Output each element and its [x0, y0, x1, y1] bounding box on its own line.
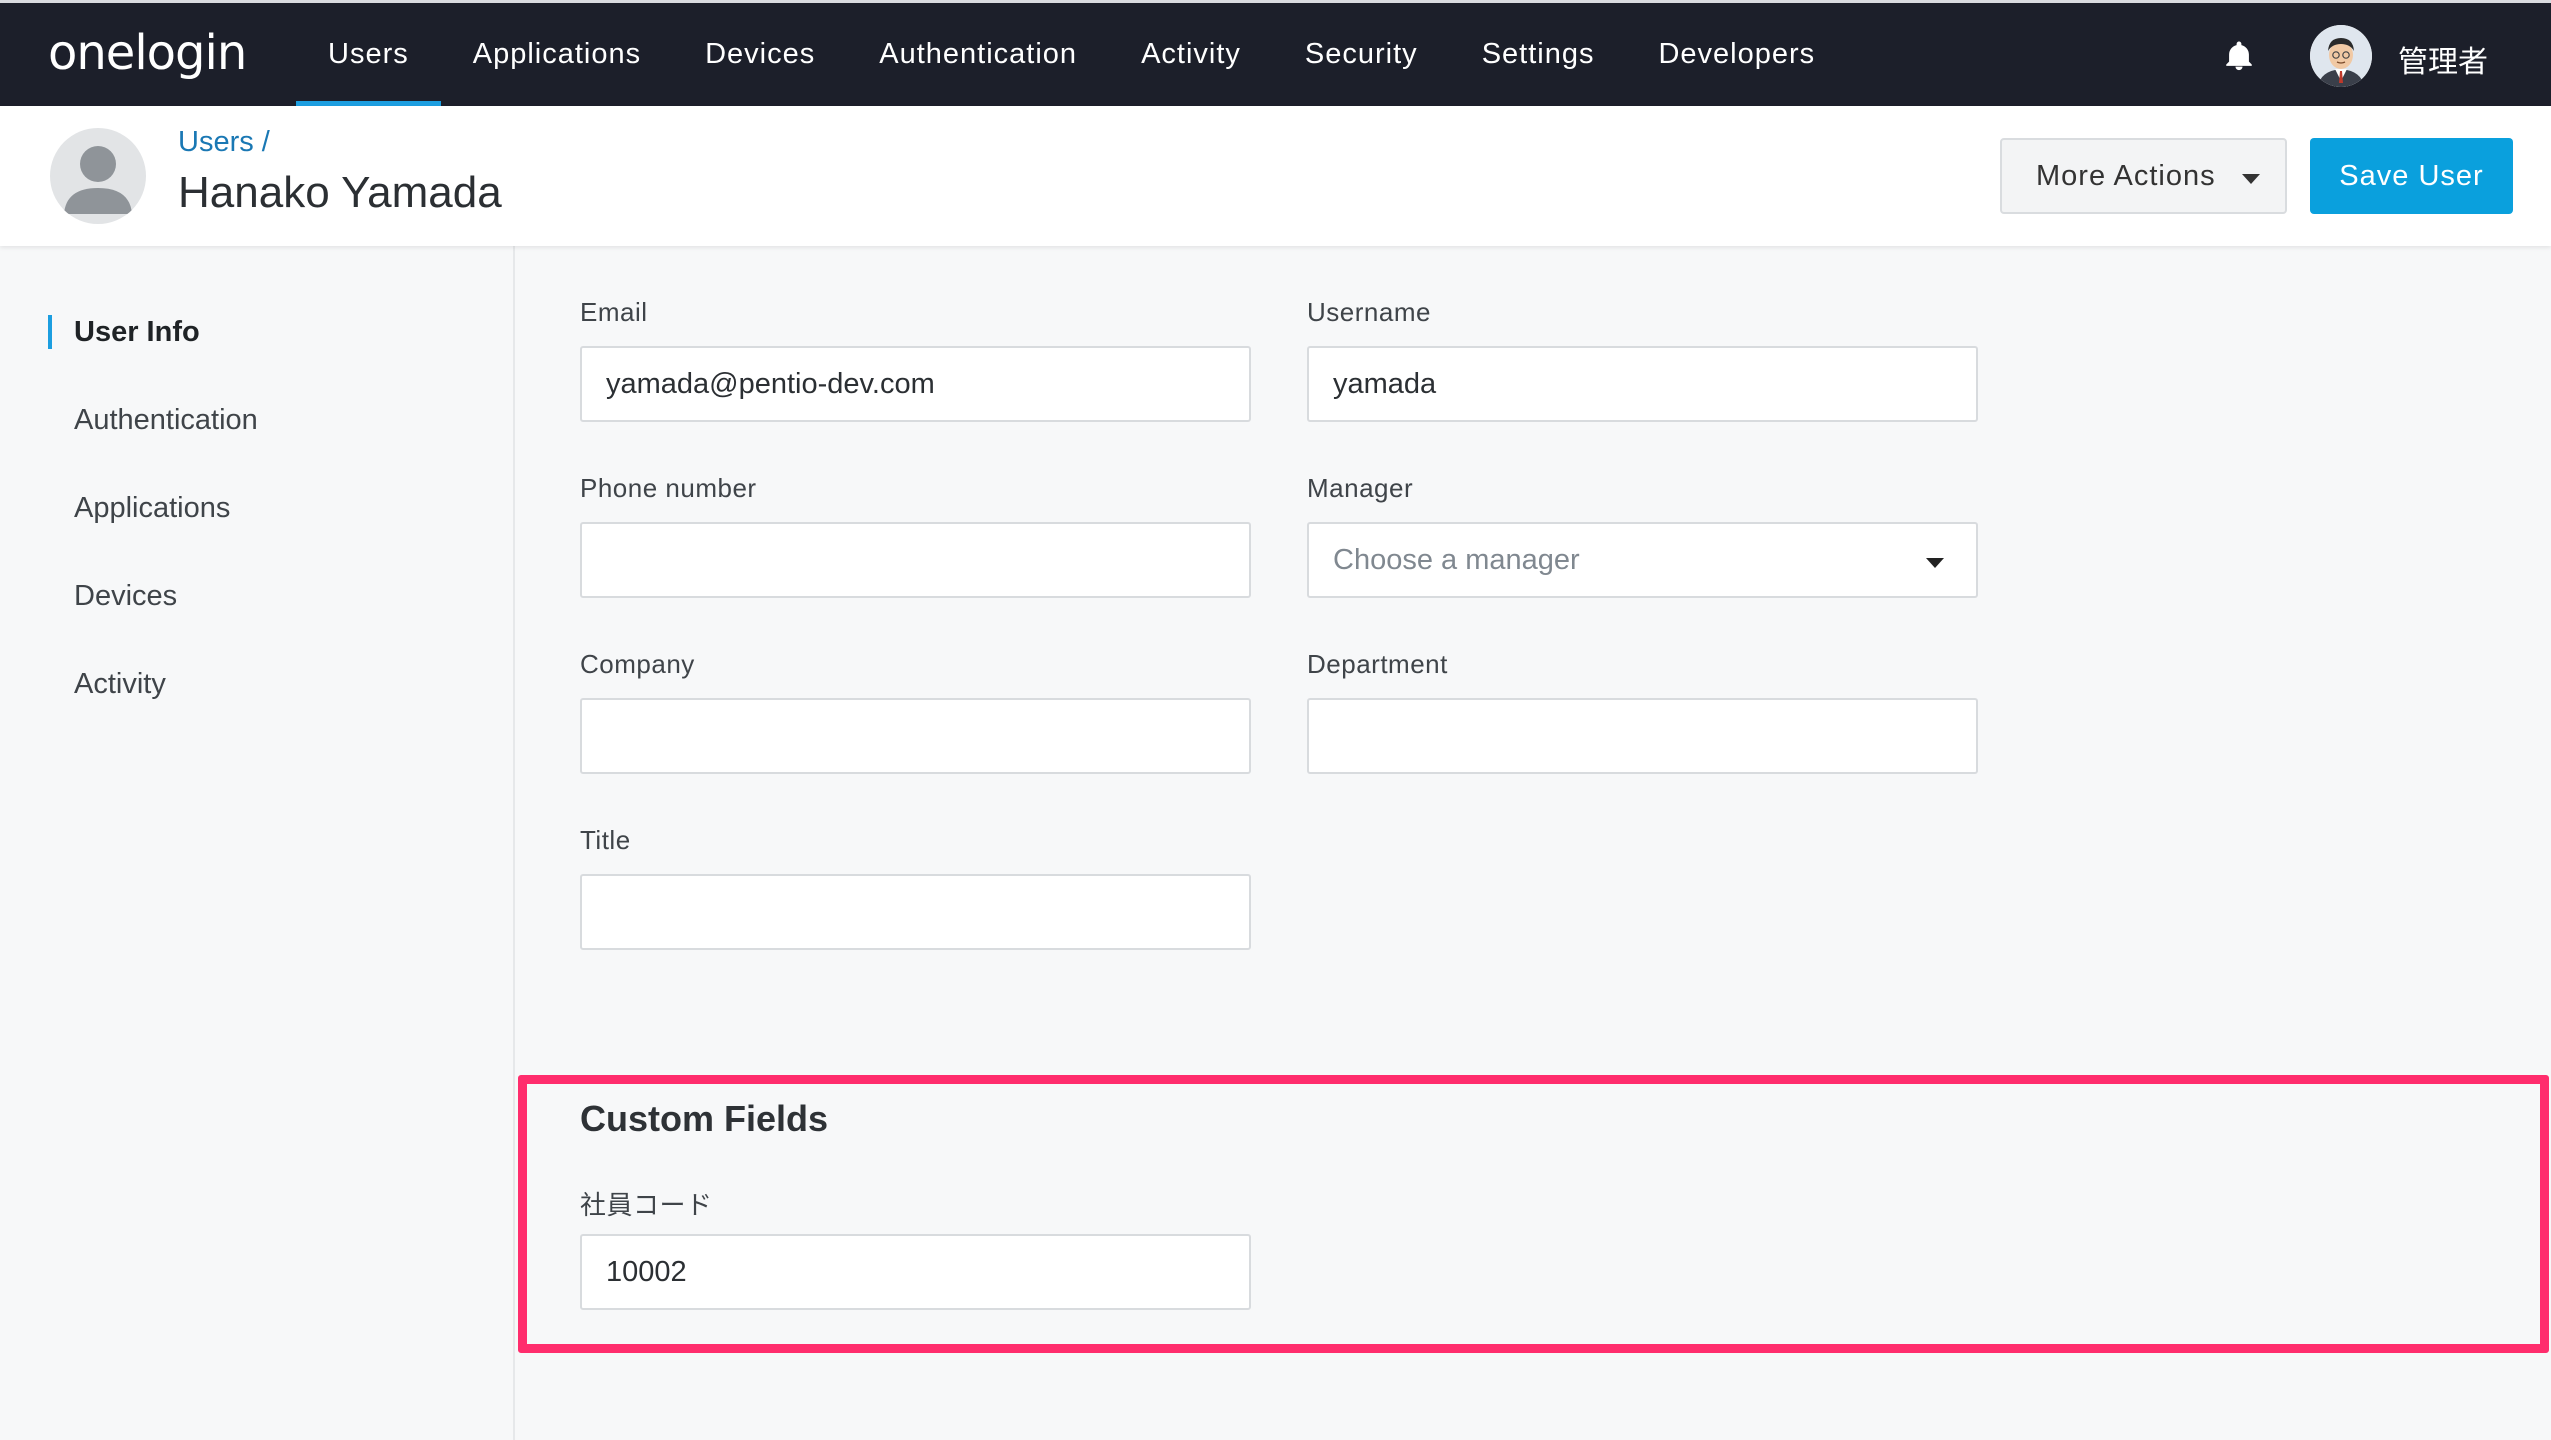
department-field[interactable] — [1307, 698, 1978, 774]
company-field[interactable] — [580, 698, 1251, 774]
main-nav: Users Applications Devices Authenticatio… — [296, 3, 1847, 106]
active-indicator — [48, 315, 52, 349]
onelogin-logo[interactable]: onelogin — [48, 25, 247, 81]
nav-users[interactable]: Users — [296, 3, 441, 106]
email-field[interactable]: yamada@pentio-dev.com — [580, 346, 1251, 422]
manager-placeholder: Choose a manager — [1333, 543, 1580, 576]
nav-developers[interactable]: Developers — [1626, 3, 1847, 106]
sidebar-item-devices[interactable]: Devices — [74, 580, 177, 613]
more-actions-button[interactable]: More Actions — [2000, 138, 2287, 214]
save-user-button[interactable]: Save User — [2310, 138, 2513, 214]
user-avatar-icon — [50, 128, 146, 224]
username-value: yamada — [1333, 367, 1437, 400]
email-label: Email — [580, 297, 648, 327]
top-nav-bar: onelogin Users Applications Devices Auth… — [0, 0, 2551, 106]
manager-label: Manager — [1307, 473, 1414, 503]
email-value: yamada@pentio-dev.com — [606, 367, 935, 400]
admin-user-name[interactable]: 管理者 — [2398, 37, 2488, 81]
caret-down-icon — [2242, 174, 2260, 184]
employee-code-value: 10002 — [606, 1255, 687, 1288]
manager-select[interactable]: Choose a manager — [1307, 522, 1978, 598]
company-label: Company — [580, 649, 695, 679]
username-label: Username — [1307, 297, 1431, 327]
breadcrumb-users[interactable]: Users / — [178, 126, 270, 159]
notification-bell-icon[interactable] — [2222, 39, 2256, 73]
title-label: Title — [580, 825, 631, 855]
employee-code-label: 社員コード — [580, 1190, 713, 1220]
nav-security[interactable]: Security — [1273, 3, 1450, 106]
admin-avatar[interactable] — [2310, 25, 2372, 87]
phone-label: Phone number — [580, 473, 757, 503]
page-title: Hanako Yamada — [178, 168, 502, 217]
sidebar-item-applications[interactable]: Applications — [74, 492, 230, 525]
nav-activity[interactable]: Activity — [1109, 3, 1273, 106]
department-label: Department — [1307, 649, 1448, 679]
chevron-down-icon — [1926, 558, 1944, 568]
sidebar-item-activity[interactable]: Activity — [74, 668, 166, 701]
page-header: Users / Hanako Yamada More Actions Save … — [0, 106, 2551, 246]
phone-field[interactable] — [580, 522, 1251, 598]
sidebar-item-user-info[interactable]: User Info — [74, 316, 200, 349]
sidebar-item-authentication[interactable]: Authentication — [74, 404, 258, 437]
nav-devices[interactable]: Devices — [673, 3, 847, 106]
employee-code-field[interactable]: 10002 — [580, 1234, 1251, 1310]
title-field[interactable] — [580, 874, 1251, 950]
nav-applications[interactable]: Applications — [441, 3, 673, 106]
nav-authentication[interactable]: Authentication — [847, 3, 1109, 106]
more-actions-label: More Actions — [2036, 159, 2216, 192]
nav-settings[interactable]: Settings — [1450, 3, 1627, 106]
username-field[interactable]: yamada — [1307, 346, 1978, 422]
custom-fields-title: Custom Fields — [580, 1098, 829, 1139]
